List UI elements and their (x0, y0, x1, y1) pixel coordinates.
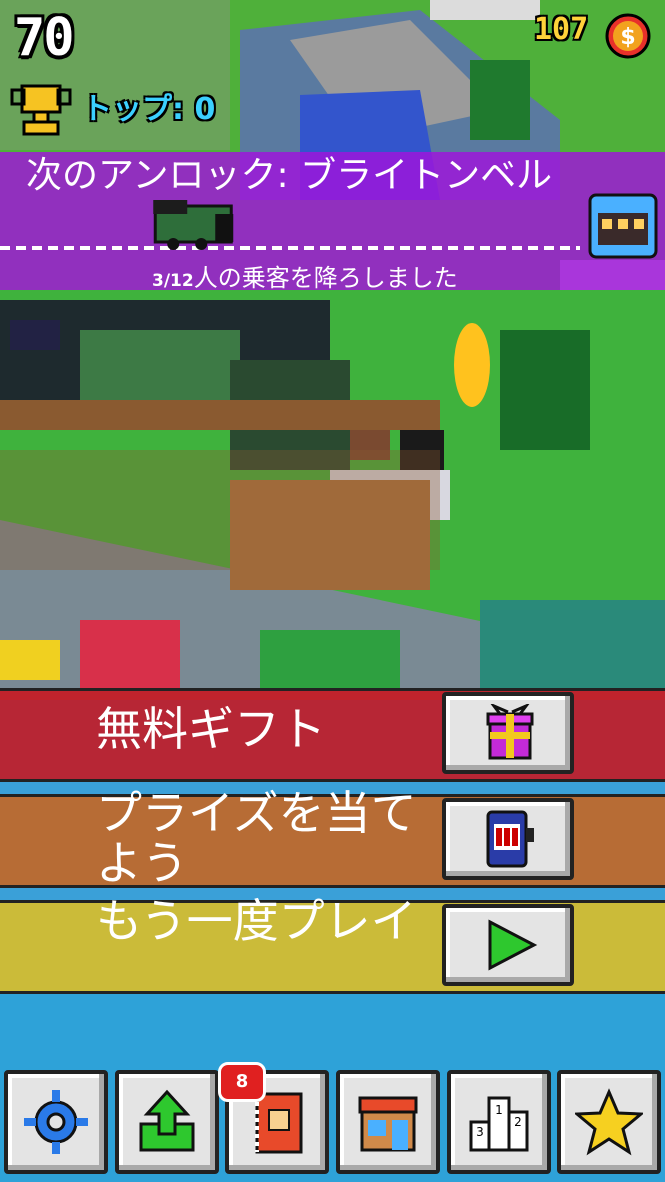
play-icon (488, 919, 538, 971)
train-icon (153, 200, 234, 250)
leaderboard-button[interactable]: 1 2 3 (447, 1070, 551, 1174)
svg-text:2: 2 (514, 1115, 522, 1129)
star-icon (575, 1088, 643, 1156)
gift-icon (486, 704, 534, 760)
carriage-icon (588, 193, 658, 259)
play-again-button[interactable] (442, 904, 574, 986)
slot-machine-icon (486, 810, 534, 868)
play-again-label: もう一度プレイ (96, 894, 417, 948)
share-button[interactable] (115, 1070, 219, 1174)
shop-button[interactable] (336, 1070, 440, 1174)
coin-counter: 107 (534, 12, 589, 47)
score-counter: 70 (14, 8, 75, 68)
favorites-button[interactable] (557, 1070, 661, 1174)
unlock-progress-track (0, 200, 580, 250)
gear-icon (24, 1090, 88, 1154)
leaderboard-icon: 1 2 3 (469, 1096, 529, 1152)
coin-icon: $ (605, 13, 651, 59)
best-score-label: トップ: 0 (82, 92, 216, 127)
svg-text:1: 1 (495, 1103, 503, 1117)
shop-icon (358, 1096, 418, 1152)
win-prize-button[interactable] (442, 798, 574, 880)
share-icon (139, 1089, 195, 1152)
passengers-dropped-progress: 3/12人の乗客を降ろしました (152, 258, 458, 293)
svg-text:$: $ (620, 25, 635, 50)
free-gift-button[interactable] (442, 692, 574, 774)
win-prize-label: プライズを当てよう (96, 786, 417, 890)
progress-count: 3/12 (152, 271, 194, 291)
trophy-icon (10, 84, 72, 136)
settings-button[interactable] (4, 1070, 108, 1174)
next-unlock-title: 次のアンロック: ブライトンベル (26, 155, 553, 196)
progress-text: 人の乗客を降ろしました (193, 264, 458, 292)
svg-text:3: 3 (476, 1125, 484, 1139)
free-gift-label: 無料ギフト (96, 702, 326, 756)
game-scene: 70 トップ: 0 107 $ 次のアンロック: ブライトンベル 3/12人の乗… (0, 0, 665, 1182)
notification-badge: 8 (218, 1062, 266, 1102)
